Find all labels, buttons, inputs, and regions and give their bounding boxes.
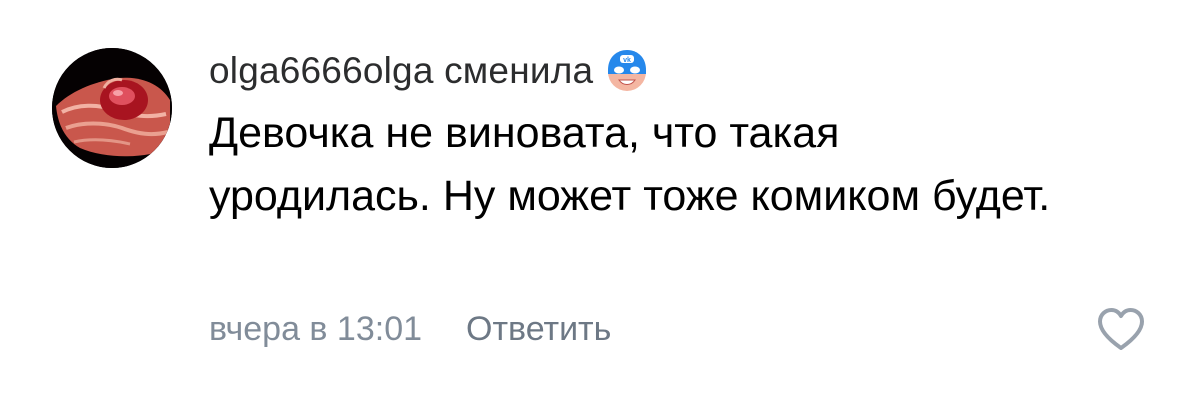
comment-timestamp: вчера в 13:01 — [209, 309, 423, 348]
avatar[interactable] — [52, 48, 172, 168]
comment-meta: вчера в 13:01 Ответить — [209, 306, 611, 352]
svg-text:vk: vk — [623, 57, 631, 64]
like-button[interactable] — [1096, 306, 1146, 352]
comment-text: Девочка не виновата, что такая уродилась… — [209, 109, 1051, 220]
reply-button[interactable]: Ответить — [466, 310, 611, 349]
masked-hero-face-icon[interactable]: vk — [605, 48, 649, 94]
author-name[interactable]: olga6666olga сменила — [209, 50, 593, 92]
avatar-hands-heart-icon — [52, 48, 172, 168]
comment-body: olga6666olga сменила vk Девочка не винов… — [209, 48, 1109, 228]
author-row: olga6666olga сменила vk — [209, 48, 1109, 94]
comment: olga6666olga сменила vk Девочка не винов… — [0, 0, 1200, 419]
heart-outline-icon — [1098, 308, 1144, 350]
